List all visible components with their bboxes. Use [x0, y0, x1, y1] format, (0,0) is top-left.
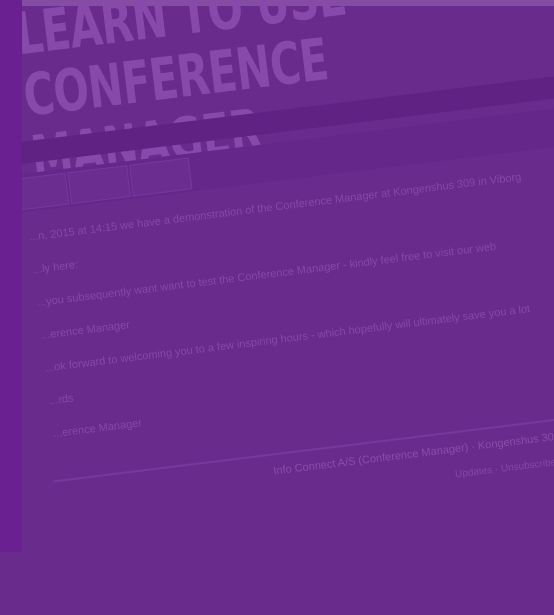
footer-links[interactable]: Updates · Unsubscribe · Info: [455, 454, 554, 480]
left-strip: [0, 0, 22, 552]
blurred-email-preview: LEARN TO USE CONFERENCE MANAGER ...n, 20…: [0, 0, 554, 615]
nav-tab[interactable]: [129, 157, 193, 197]
nav-tab[interactable]: [67, 165, 131, 205]
